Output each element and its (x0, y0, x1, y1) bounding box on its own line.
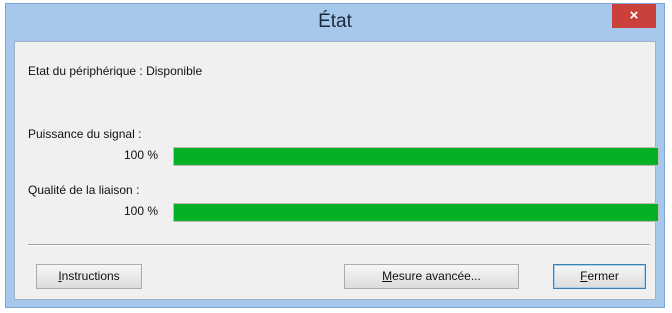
close-mnemonic: F (580, 269, 588, 283)
dialog-content: Etat du périphérique : Disponible Puissa… (14, 41, 659, 300)
close-label: ermer (587, 269, 619, 283)
close-window-button[interactable]: × (612, 4, 656, 28)
title-bar[interactable]: État × (6, 4, 664, 40)
close-icon: × (629, 7, 639, 24)
close-button[interactable]: Fermer (553, 264, 646, 289)
link-quality-bar (173, 203, 659, 222)
status-dialog: État × Etat du périphérique : Disponible… (5, 3, 665, 308)
signal-strength-bar (173, 147, 659, 166)
device-status-text: Etat du périphérique : Disponible (28, 64, 203, 78)
advanced-mnemonic: M (382, 269, 393, 283)
instructions-button[interactable]: Instructions (36, 264, 142, 289)
advanced-label: esure avancée... (392, 269, 481, 283)
dialog-title: État (318, 11, 352, 32)
link-quality-bar-fill (174, 204, 658, 221)
separator (28, 244, 650, 246)
signal-strength-bar-fill (174, 148, 658, 165)
link-quality-percent: 100 % (123, 204, 158, 218)
instructions-label: nstructions (61, 269, 120, 283)
signal-strength-percent: 100 % (123, 148, 158, 162)
link-quality-label: Qualité de la liaison : (28, 183, 140, 197)
advanced-measurement-button[interactable]: Mesure avancée... (344, 264, 519, 289)
signal-strength-label: Puissance du signal : (28, 127, 142, 141)
